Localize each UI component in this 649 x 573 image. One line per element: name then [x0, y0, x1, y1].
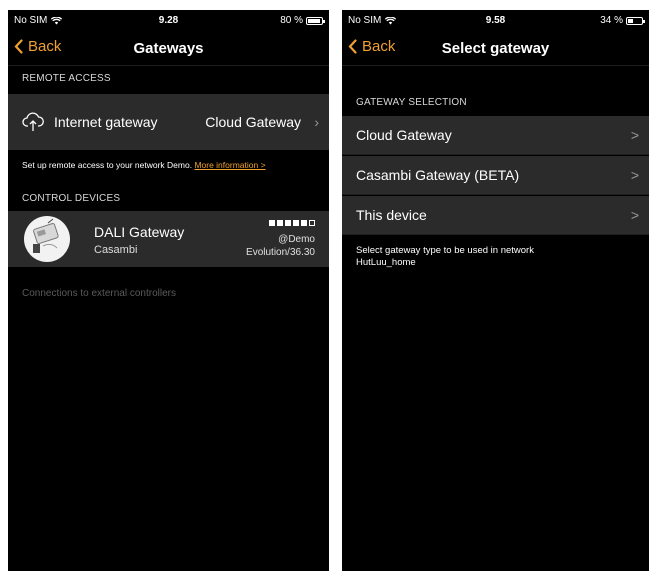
chevron-right-icon: › [314, 114, 319, 130]
option-cloud-gateway[interactable]: Cloud Gateway > [342, 116, 649, 155]
battery-icon [626, 16, 645, 25]
external-controllers-note: Connections to external controllers [22, 288, 176, 299]
device-name: DALI Gateway [94, 224, 185, 240]
remote-access-note: Set up remote access to your network Dem… [22, 160, 272, 170]
option-label: Cloud Gateway [356, 127, 452, 143]
chevron-left-icon [14, 39, 23, 54]
chevron-right-icon: > [630, 127, 639, 143]
section-header-gateway-selection: GATEWAY SELECTION [356, 97, 467, 108]
status-bar: No SIM 9.58 34 % [342, 10, 649, 30]
option-label: This device [356, 207, 427, 223]
cloud-upload-icon [22, 112, 44, 131]
more-information-link[interactable]: More information > [194, 160, 265, 170]
select-gateway-screen: No SIM 9.58 34 % Back Select gateway GAT… [342, 10, 649, 571]
gateway-device-icon [33, 218, 59, 253]
option-casambi-gateway[interactable]: Casambi Gateway (BETA) > [342, 156, 649, 195]
device-network: @Demo [278, 234, 315, 245]
battery-percent: 80 % [280, 15, 303, 26]
network-name: HutLuu_home [356, 257, 416, 268]
device-vendor: Casambi [94, 244, 138, 256]
internet-gateway-label: Internet gateway [54, 114, 158, 130]
chevron-right-icon: > [630, 167, 639, 183]
section-header-remote-access: REMOTE ACCESS [22, 73, 111, 84]
battery-icon [306, 16, 325, 25]
battery-percent: 34 % [600, 15, 623, 26]
gateways-screen: No SIM 9.28 80 % Back Gateways REMOTE AC… [8, 10, 329, 571]
option-label: Casambi Gateway (BETA) [356, 167, 520, 183]
back-label: Back [362, 38, 396, 55]
back-button[interactable]: Back [14, 38, 61, 55]
internet-gateway-value: Cloud Gateway [205, 114, 301, 130]
back-button[interactable]: Back [348, 38, 395, 55]
dali-gateway-row[interactable]: DALI Gateway Casambi @Demo Evolution/36.… [8, 211, 329, 267]
nav-bar: Back Select gateway [342, 32, 649, 66]
dali-gateway-image [24, 216, 70, 262]
device-firmware: Evolution/36.30 [246, 247, 315, 258]
option-this-device[interactable]: This device > [342, 196, 649, 235]
signal-strength-indicator [269, 220, 315, 226]
chevron-right-icon: > [630, 207, 639, 223]
chevron-left-icon [348, 39, 357, 54]
back-label: Back [28, 38, 62, 55]
status-bar: No SIM 9.28 80 % [8, 10, 329, 30]
remote-access-note-text: Set up remote access to your network Dem… [22, 160, 195, 170]
gateway-type-note: Select gateway type to be used in networ… [356, 245, 534, 269]
section-header-control-devices: CONTROL DEVICES [22, 193, 121, 204]
gateway-type-note-line1: Select gateway type to be used in networ… [356, 245, 534, 256]
internet-gateway-row[interactable]: Internet gateway Cloud Gateway › [8, 94, 329, 150]
nav-bar: Back Gateways [8, 32, 329, 66]
